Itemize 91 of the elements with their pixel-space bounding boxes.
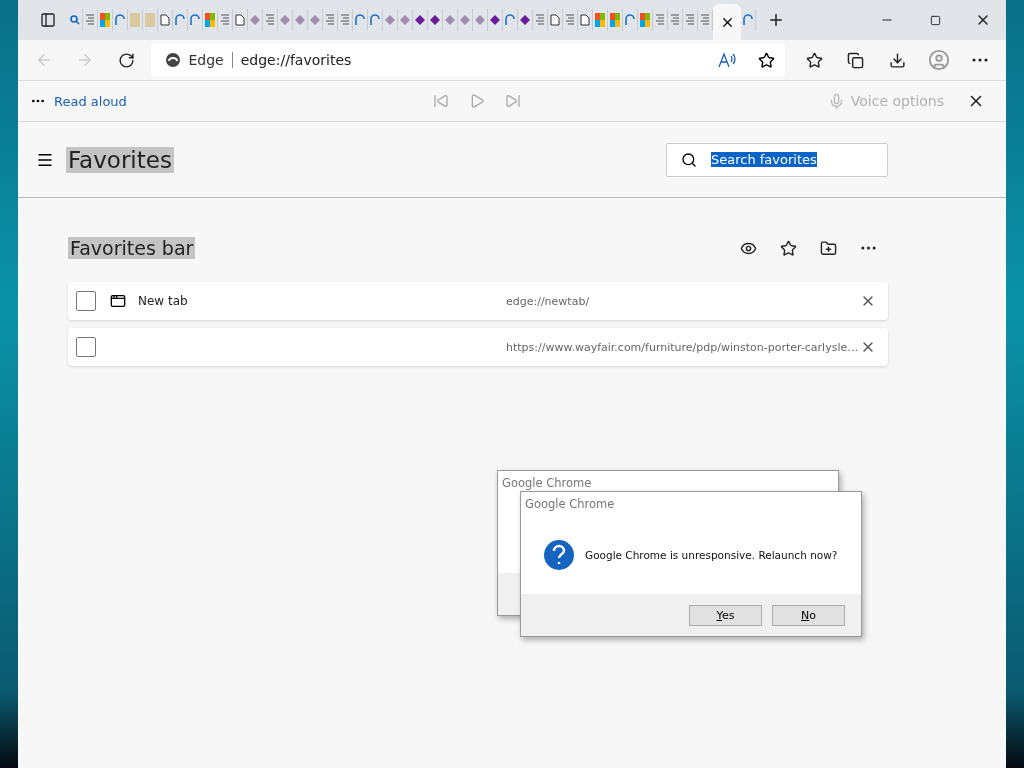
star-icon [779,239,797,257]
tab[interactable] [488,9,503,31]
tab[interactable] [503,9,518,31]
dialog-button[interactable]: Yes [689,604,762,626]
question-icon [543,539,575,571]
dialog-title: Google Chrome [501,475,593,492]
arc-favicon-icon [505,14,515,26]
swirl-logo-icon [164,52,181,68]
next-icon [505,93,522,109]
arc-favicon-icon [370,14,380,26]
tab[interactable] [623,9,638,31]
active-tab[interactable] [713,4,741,40]
star-icon [805,51,823,69]
favorite-url: https://www.wayfair.com/furniture/pdp/winston-porter-carlysle… [506,340,859,354]
site-label: Edge [188,52,224,68]
document-lines-icon [220,14,230,26]
tab-actions-icon [40,12,56,28]
arc-favicon-icon [355,14,365,26]
folder-plus-icon [819,239,837,257]
document-lines-icon [85,14,95,26]
page-title: Favorites [66,146,174,173]
pale-favicon-icon [130,13,140,27]
arc-favicon-icon [743,14,753,26]
tiles-favicon-icon [640,13,650,27]
page-favicon-icon [160,14,170,26]
tab[interactable] [68,9,83,31]
diamond-favicon-icon [250,15,260,25]
url-text: edge://favorites [240,52,353,68]
tab[interactable] [413,9,428,31]
tab[interactable] [741,9,756,31]
arc-favicon-icon [625,14,635,26]
document-lines-icon [655,14,665,26]
document-lines-icon [700,14,710,26]
tiles-favicon-icon [595,13,605,27]
tiles-favicon-icon [100,13,110,27]
previous-icon [433,93,450,109]
refresh-icon [118,51,136,69]
tab[interactable] [173,9,188,31]
add-favorite-icon[interactable] [757,51,775,69]
tab[interactable] [368,9,383,31]
tab[interactable] [548,9,563,31]
document-lines-icon [565,14,575,26]
dialog-button[interactable]: No [772,604,845,626]
play-icon [469,93,486,109]
search-icon [681,151,697,168]
collections-icon [847,51,865,69]
tab[interactable] [353,9,368,31]
download-icon [888,51,906,69]
search-field[interactable]: Search favorites [666,142,888,177]
arc-favicon-icon [175,14,185,26]
favorite-url: edge://newtab/ [506,294,590,308]
more-icon [860,246,876,250]
page-favicon-icon [235,14,245,26]
page-icon [110,293,126,309]
document-lines-icon [685,14,695,26]
document-lines-icon [340,14,350,26]
favorite-row[interactable]: https://www.wayfair.com/furniture/pdp/winston-porter-carlysle… [68,328,888,366]
diamond-favicon-icon [520,15,530,25]
avatar-icon [927,49,950,71]
address-bar[interactable]: Edge edge://favorites [150,44,785,76]
document-lines-icon [670,14,680,26]
folder-title: Favorites bar [68,237,196,259]
tab[interactable] [578,9,593,31]
arc-favicon-icon [115,14,125,26]
read-aloud-label: Read aloud [54,93,127,109]
favorite-name: New tab [138,294,188,308]
more-icon [972,58,989,62]
read-aloud-icon[interactable] [717,52,736,68]
search-favicon-icon [70,15,80,25]
checkbox[interactable] [76,337,96,357]
tab[interactable] [233,9,248,31]
tab[interactable] [428,9,443,31]
tab[interactable] [113,9,128,31]
page-favicon-icon [550,14,560,26]
favorite-row[interactable]: New tab edge://newtab/ [68,282,888,320]
arc-favicon-icon [190,14,200,26]
tiles-favicon-icon [610,13,620,27]
checkbox[interactable] [76,291,96,311]
pale-favicon-icon [145,13,155,27]
tab[interactable] [518,9,533,31]
plus-icon [767,11,785,29]
document-lines-icon [325,14,335,26]
page-favicon-icon [580,14,590,26]
document-lines-icon [265,14,275,26]
tab[interactable] [158,9,173,31]
document-lines-icon [535,14,545,26]
maximize-icon [929,14,941,26]
tiles-favicon-icon [205,13,215,27]
dialog-message: Google Chrome is unresponsive. Relaunch now? [585,549,838,561]
tab[interactable] [188,9,203,31]
dialog-title: Google Chrome [524,496,616,513]
